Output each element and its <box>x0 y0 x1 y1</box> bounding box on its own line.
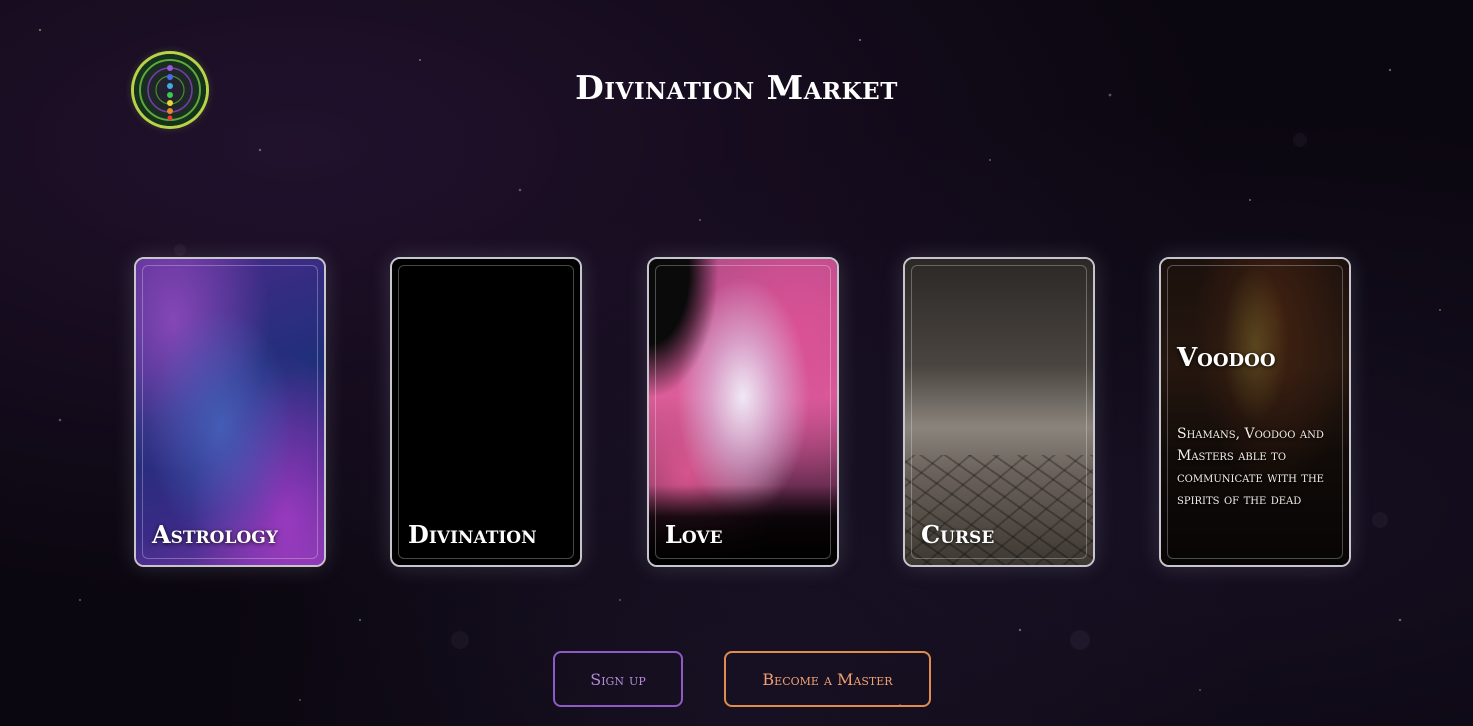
card-voodoo[interactable]: Voodoo Shamans, Voodoo and Masters able … <box>1159 257 1351 567</box>
card-label: Curse <box>921 520 995 549</box>
card-label: Love <box>665 520 723 549</box>
sign-up-button[interactable]: Sign up <box>553 651 683 707</box>
card-label: Astrology <box>152 520 278 549</box>
card-love[interactable]: Love <box>647 257 839 567</box>
category-cards: Astrology Divination Love Curse Voodoo S… <box>0 257 1473 567</box>
card-label: Divination <box>408 520 537 549</box>
card-astrology[interactable]: Astrology <box>134 257 326 567</box>
voodoo-mask-image <box>1161 259 1349 565</box>
card-title: Voodoo <box>1177 343 1276 373</box>
card-description: Shamans, Voodoo and Masters able to comm… <box>1177 426 1324 508</box>
become-master-button[interactable]: Become a Master <box>724 651 931 707</box>
card-curse[interactable]: Curse <box>903 257 1095 567</box>
page-title: Divination Market <box>575 68 898 107</box>
card-divination[interactable]: Divination <box>390 257 582 567</box>
tree-silhouette <box>649 259 719 399</box>
